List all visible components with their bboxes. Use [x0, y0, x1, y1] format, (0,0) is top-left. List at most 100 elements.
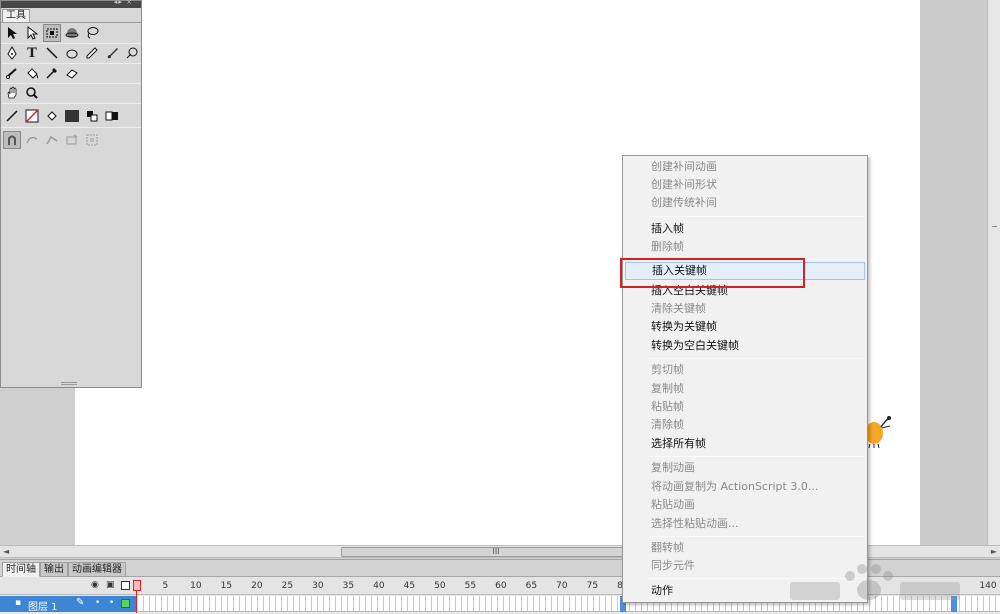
- ruler-label: 35: [342, 581, 355, 591]
- playhead-handle[interactable]: [133, 580, 141, 591]
- ruler-label: 75: [586, 581, 599, 591]
- menu-separator: [649, 358, 865, 359]
- menu-item-copy-motion[interactable]: 复制动画: [625, 459, 865, 477]
- menu-separator: [649, 536, 865, 537]
- swap-colors-icon[interactable]: [103, 107, 121, 125]
- menu-item-clear-frames[interactable]: 清除帧: [625, 416, 865, 434]
- zoom-tool-icon[interactable]: [23, 84, 41, 102]
- scrollbar-thumb[interactable]: III: [341, 547, 651, 557]
- menu-item-create-classic-tween[interactable]: 创建传统补间: [625, 194, 865, 212]
- pen-tool-icon[interactable]: [3, 44, 21, 62]
- scale-option-icon[interactable]: [83, 131, 101, 149]
- deco-tool-icon[interactable]: [123, 44, 141, 62]
- smooth-option-icon[interactable]: [23, 131, 41, 149]
- panel-resize-grip[interactable]: [61, 382, 77, 385]
- pencil-tool-icon[interactable]: [83, 44, 101, 62]
- lock-icon[interactable]: ▣: [106, 580, 115, 590]
- eyedropper-tool-icon[interactable]: [43, 64, 61, 82]
- menu-item-clear-keyframe[interactable]: 清除关键帧: [625, 300, 865, 318]
- menu-item-select-all-frames[interactable]: 选择所有帧: [625, 435, 865, 453]
- ruler-label: 20: [251, 581, 263, 591]
- menu-separator: [649, 216, 865, 217]
- scroll-right-arrow-icon[interactable]: ►: [991, 547, 997, 556]
- vscroll-tick: [992, 226, 997, 227]
- straighten-option-icon[interactable]: [43, 131, 61, 149]
- frame-context-menu: 创建补间动画 创建补间形状 创建传统补间 插入帧 删除帧 插入关键帧 插入空白关…: [622, 155, 868, 603]
- bone-tool-icon[interactable]: [3, 64, 21, 82]
- workspace-right-gutter: [920, 0, 987, 545]
- ruler-label: 10: [190, 581, 202, 591]
- menu-item-remove-frames[interactable]: 删除帧: [625, 238, 865, 256]
- menu-item-copy-motion-as-actionscript[interactable]: 将动画复制为 ActionScript 3.0...: [625, 478, 865, 496]
- hand-tool-icon[interactable]: [3, 84, 21, 102]
- tools-row-paint: [3, 63, 81, 83]
- lasso-tool-icon[interactable]: [83, 24, 101, 42]
- snap-to-objects-icon[interactable]: [3, 131, 21, 149]
- menu-item-create-shape-tween[interactable]: 创建补间形状: [625, 176, 865, 194]
- panel-dock-icon[interactable]: ◂▸ ×: [114, 0, 133, 6]
- menu-item-paste-motion-special[interactable]: 选择性粘贴动画...: [625, 515, 865, 533]
- layer-1[interactable]: ▪ 图层 1 ✎ • •: [0, 596, 136, 613]
- stroke-color-icon[interactable]: [3, 107, 21, 125]
- tools-row-draw: T: [3, 43, 141, 63]
- vertical-scrollbar[interactable]: [987, 0, 1000, 545]
- ruler-label: 70: [556, 581, 568, 591]
- tools-panel: ◂▸ × 工具 T: [0, 0, 142, 388]
- tools-row-color: [3, 106, 121, 126]
- eraser-tool-icon[interactable]: [63, 64, 81, 82]
- ruler-label: 25: [281, 581, 294, 591]
- menu-item-create-motion-tween[interactable]: 创建补间动画: [625, 158, 865, 176]
- pencil-icon: ✎: [76, 597, 85, 608]
- watermark-logo: [790, 564, 960, 600]
- free-transform-tool-icon[interactable]: [43, 24, 61, 42]
- oval-tool-icon[interactable]: [63, 44, 81, 62]
- ruler-label: 50: [434, 581, 446, 591]
- ruler-label: 30: [312, 581, 324, 591]
- fill-color-swatch[interactable]: [63, 107, 81, 125]
- ruler-label: 65: [525, 581, 538, 591]
- 3d-rotation-tool-icon[interactable]: [63, 24, 81, 42]
- stroke-color-swatch[interactable]: [23, 107, 41, 125]
- tools-tab[interactable]: 工具: [2, 9, 30, 22]
- tab-output[interactable]: 输出: [40, 562, 68, 577]
- layer-icon: ▪: [15, 598, 22, 608]
- visibility-dot-icon[interactable]: •: [95, 598, 100, 608]
- ruler-label: 45: [403, 581, 416, 591]
- ruler-label: 55: [464, 581, 477, 591]
- menu-separator: [649, 456, 865, 457]
- menu-item-paste-frames[interactable]: 粘贴帧: [625, 398, 865, 416]
- brush-tool-icon[interactable]: [103, 44, 121, 62]
- lock-dot-icon[interactable]: •: [109, 598, 114, 608]
- playhead[interactable]: [133, 580, 141, 614]
- text-tool-icon[interactable]: T: [23, 44, 41, 62]
- fill-color-icon[interactable]: [43, 107, 61, 125]
- menu-item-insert-frame[interactable]: 插入帧: [625, 220, 865, 238]
- menu-item-convert-to-blank-keyframe[interactable]: 转换为空白关键帧: [625, 337, 865, 355]
- ruler-label: 5: [162, 581, 169, 591]
- menu-item-cut-frames[interactable]: 剪切帧: [625, 361, 865, 379]
- tools-panel-titlebar[interactable]: ◂▸ ×: [1, 0, 141, 8]
- tab-motion-editor[interactable]: 动画编辑器: [68, 562, 126, 577]
- playhead-line: [136, 591, 137, 613]
- scroll-left-arrow-icon[interactable]: ◄: [3, 547, 9, 556]
- rotate-option-icon[interactable]: [63, 131, 81, 149]
- outline-icon[interactable]: [121, 581, 130, 590]
- ruler-label: 60: [495, 581, 507, 591]
- tools-divider: [1, 127, 141, 128]
- layer-outline-color-icon[interactable]: [121, 599, 130, 608]
- red-annotation-box: [620, 258, 805, 288]
- menu-item-copy-frames[interactable]: 复制帧: [625, 380, 865, 398]
- tab-timeline[interactable]: 时间轴: [2, 562, 40, 577]
- ruler-label: 15: [220, 581, 233, 591]
- selection-tool-icon[interactable]: [3, 24, 21, 42]
- subselection-tool-icon[interactable]: [23, 24, 41, 42]
- menu-item-paste-motion[interactable]: 粘贴动画: [625, 496, 865, 514]
- default-colors-icon[interactable]: [83, 107, 101, 125]
- ruler-label: 40: [373, 581, 385, 591]
- menu-item-convert-to-keyframe[interactable]: 转换为关键帧: [625, 318, 865, 336]
- tools-row-select: [3, 23, 101, 43]
- tools-row-view: [3, 83, 41, 103]
- paint-bucket-tool-icon[interactable]: [23, 64, 41, 82]
- eye-icon[interactable]: ◉: [91, 580, 99, 590]
- line-tool-icon[interactable]: [43, 44, 61, 62]
